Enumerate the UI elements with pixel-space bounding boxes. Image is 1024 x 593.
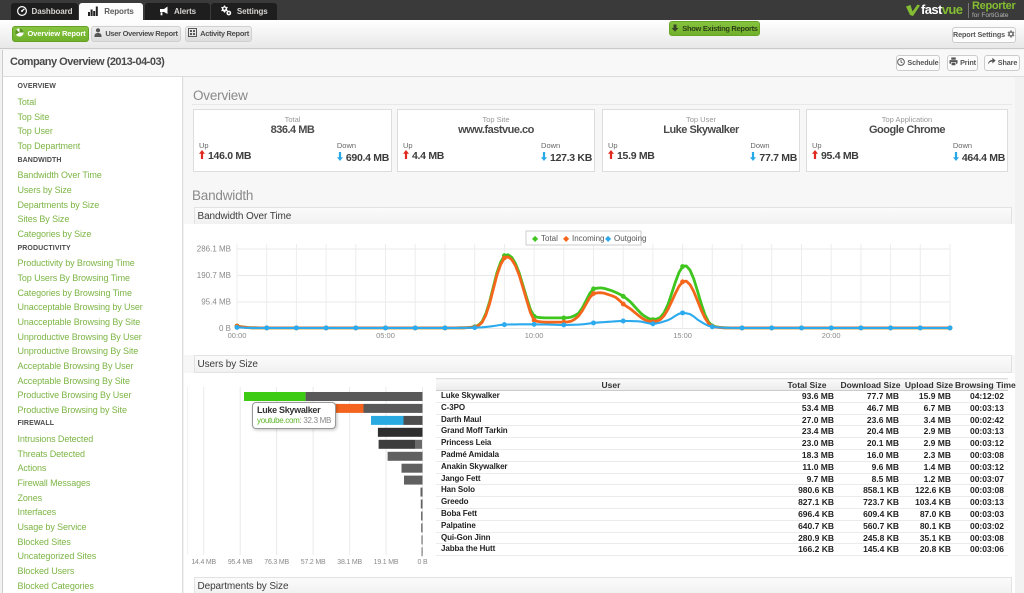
svg-text:Total: Total — [541, 234, 558, 243]
svg-text:38.1 MB: 38.1 MB — [337, 559, 362, 566]
svg-text:19.1 MB: 19.1 MB — [374, 559, 399, 566]
svg-text:95.4 MB: 95.4 MB — [228, 559, 253, 566]
svg-text:Outgoing: Outgoing — [614, 234, 646, 243]
svg-text:14.4 MB: 14.4 MB — [191, 559, 216, 566]
svg-text:95.4 MB: 95.4 MB — [201, 298, 231, 307]
svg-text:◆: ◆ — [563, 234, 570, 243]
svg-text:20:00: 20:00 — [822, 331, 841, 340]
svg-text:◆: ◆ — [605, 234, 612, 243]
svg-text:Incoming: Incoming — [572, 234, 604, 243]
svg-text:◆: ◆ — [532, 234, 539, 243]
svg-text:0 B: 0 B — [418, 559, 428, 566]
svg-text:05:00: 05:00 — [376, 331, 395, 340]
svg-text:190.7 MB: 190.7 MB — [197, 271, 231, 280]
svg-text:15:00: 15:00 — [673, 331, 692, 340]
svg-text:10:00: 10:00 — [525, 331, 544, 340]
svg-text:76.3 MB: 76.3 MB — [264, 559, 289, 566]
svg-text:57.2 MB: 57.2 MB — [301, 559, 326, 566]
svg-text:00:00: 00:00 — [228, 331, 247, 340]
svg-text:286.1 MB: 286.1 MB — [197, 245, 231, 254]
